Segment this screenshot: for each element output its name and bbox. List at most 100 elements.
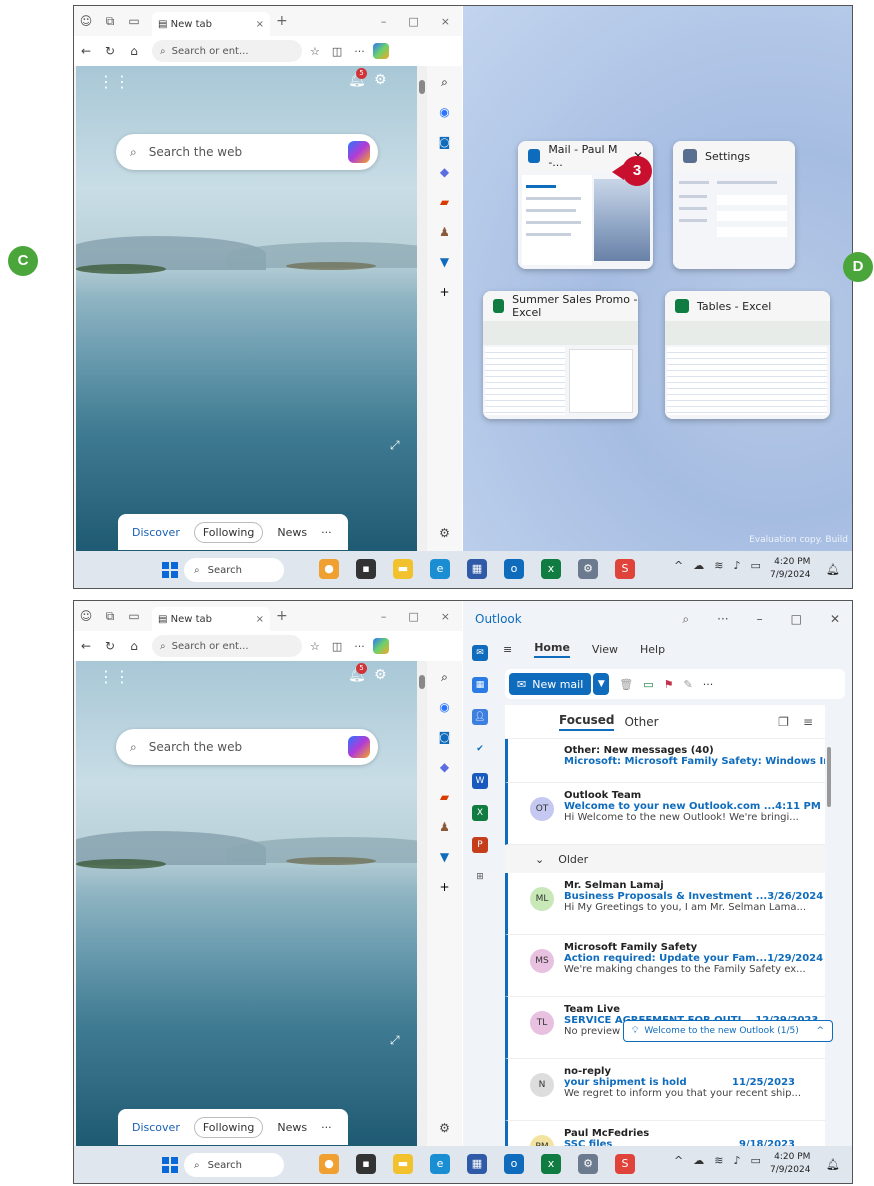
maximize-button[interactable]: □: [408, 15, 418, 28]
new-mail-dropdown-icon[interactable]: ▼: [593, 673, 610, 695]
back-icon[interactable]: ←: [74, 639, 98, 653]
address-input[interactable]: ⌕ Search or ent...: [152, 635, 302, 657]
sidebar-copilot-icon[interactable]: ◉: [437, 104, 453, 120]
tab-discover[interactable]: Discover: [132, 526, 180, 539]
tray-volume-icon[interactable]: ♪: [733, 1154, 740, 1167]
copilot-search-icon[interactable]: [348, 141, 370, 163]
taskbar-clock[interactable]: 4:20 PM 7/9/2024: [770, 1151, 810, 1177]
minimize-button[interactable]: –: [381, 15, 387, 28]
expand-icon[interactable]: ⤢: [390, 1033, 400, 1048]
outlook-more-icon[interactable]: ···: [717, 612, 728, 627]
new-mail-button[interactable]: ✉ New mail: [509, 673, 592, 695]
sidebar-tools-icon[interactable]: ▰: [437, 194, 453, 210]
tray-wifi-icon[interactable]: ≋: [714, 559, 723, 572]
snap-window-excel-tables[interactable]: Tables - Excel: [665, 291, 830, 419]
page-settings-icon[interactable]: ⚙: [374, 667, 387, 683]
tray-onedrive-icon[interactable]: ☁: [693, 1154, 704, 1167]
sidebar-collections-icon[interactable]: ◆: [437, 164, 453, 180]
copilot-icon[interactable]: [372, 43, 389, 59]
tab-news[interactable]: News: [277, 526, 307, 539]
taskbar-store-icon[interactable]: ▦: [467, 1154, 487, 1174]
taskbar-app-s-icon[interactable]: S: [615, 559, 635, 579]
sidebar-drop-icon[interactable]: ▼: [437, 254, 453, 270]
tray-battery-icon[interactable]: ▭: [750, 1154, 760, 1167]
chevron-up-icon[interactable]: ^: [816, 1026, 824, 1036]
rail-people-icon[interactable]: 👤︎: [472, 709, 488, 725]
copilot-search-icon[interactable]: [348, 736, 370, 758]
more-menu-icon[interactable]: ···: [354, 640, 365, 653]
minimize-button[interactable]: –: [381, 610, 387, 623]
tray-onedrive-icon[interactable]: ☁: [693, 559, 704, 572]
maximize-button[interactable]: □: [408, 610, 418, 623]
page-settings-icon[interactable]: ⚙: [374, 72, 387, 88]
page-scrollbar[interactable]: [417, 661, 427, 1146]
welcome-toast[interactable]: 💡︎ Welcome to the new Outlook (1/5) ^: [623, 1020, 833, 1042]
taskbar-clock[interactable]: 4:20 PM 7/9/2024: [770, 556, 810, 582]
pin-icon[interactable]: ✎: [684, 678, 693, 691]
sidebar-search-icon[interactable]: ⌕: [437, 669, 453, 685]
taskbar-app-s-icon[interactable]: S: [615, 1154, 635, 1174]
app-launcher-icon[interactable]: ⋮⋮: [98, 72, 130, 91]
tab-actions-icon[interactable]: ▭: [122, 14, 146, 28]
workspaces-icon[interactable]: ⧉: [98, 14, 122, 29]
taskbar-widget-icon[interactable]: ●: [319, 1154, 339, 1174]
ribbon-more-icon[interactable]: ···: [703, 678, 714, 691]
taskbar-taskview-icon[interactable]: ▪: [356, 1154, 376, 1174]
sidebar-settings-icon[interactable]: ⚙: [437, 525, 453, 541]
address-input[interactable]: ⌕ Search or ent...: [152, 40, 302, 62]
sidebar-games-icon[interactable]: ♟: [437, 819, 453, 835]
home-icon[interactable]: ⌂: [122, 44, 146, 58]
tab-focused[interactable]: Focused: [559, 713, 615, 731]
web-search-box[interactable]: ⌕ Search the web: [116, 729, 378, 765]
message-row[interactable]: PM Paul McFedriesSSC files 9/18/2023: [505, 1121, 825, 1146]
refresh-icon[interactable]: ↻: [98, 44, 122, 58]
rail-todo-icon[interactable]: ✔: [472, 741, 488, 757]
split-screen-icon[interactable]: ◫: [332, 640, 342, 653]
delete-icon[interactable]: 🗑︎: [619, 678, 633, 691]
snap-window-settings[interactable]: Settings: [673, 141, 795, 269]
split-screen-icon[interactable]: ◫: [332, 45, 342, 58]
favorite-star-icon[interactable]: ☆: [310, 640, 320, 653]
outlook-search-icon[interactable]: ⌕: [682, 612, 689, 627]
menu-home[interactable]: Home: [534, 641, 570, 658]
taskbar-outlook-icon[interactable]: o: [504, 559, 524, 579]
sidebar-tools-icon[interactable]: ▰: [437, 789, 453, 805]
sidebar-collections-icon[interactable]: ◆: [437, 759, 453, 775]
sidebar-outlook-icon[interactable]: ◙: [437, 729, 453, 745]
home-icon[interactable]: ⌂: [122, 639, 146, 653]
taskbar-notification-icon[interactable]: 🔔︎: [826, 563, 840, 576]
tray-battery-icon[interactable]: ▭: [750, 559, 760, 572]
sidebar-games-icon[interactable]: ♟: [437, 224, 453, 240]
taskbar-search[interactable]: ⌕ Search: [184, 558, 284, 582]
favorite-star-icon[interactable]: ☆: [310, 45, 320, 58]
new-tab-button[interactable]: +: [276, 13, 288, 29]
feed-more-icon[interactable]: ···: [321, 1121, 332, 1134]
workspaces-icon[interactable]: ⧉: [98, 609, 122, 624]
taskbar-notification-icon[interactable]: 🔔︎: [826, 1158, 840, 1171]
outlook-close-button[interactable]: ✕: [830, 612, 840, 627]
copilot-icon[interactable]: [372, 638, 389, 654]
outlook-minimize-button[interactable]: –: [757, 612, 763, 627]
flag-icon[interactable]: ⚑: [664, 678, 674, 691]
app-launcher-icon[interactable]: ⋮⋮: [98, 667, 130, 686]
rail-powerpoint-icon[interactable]: P: [472, 837, 488, 853]
web-search-box[interactable]: ⌕ Search the web: [116, 134, 378, 170]
tray-chevron-icon[interactable]: ^: [674, 559, 683, 572]
sidebar-settings-icon[interactable]: ⚙: [437, 1120, 453, 1136]
menu-help[interactable]: Help: [640, 643, 665, 656]
taskbar-store-icon[interactable]: ▦: [467, 559, 487, 579]
tab-new-tab[interactable]: ▤ New tab ×: [152, 12, 270, 36]
hamburger-menu-icon[interactable]: ≡: [503, 643, 512, 656]
taskbar-search[interactable]: ⌕ Search: [184, 1153, 284, 1177]
tab-close-icon[interactable]: ×: [256, 19, 264, 30]
message-row[interactable]: ML Mr. Selman Lamaj Business Proposals & I…: [505, 873, 825, 935]
tab-following[interactable]: Following: [193, 521, 264, 543]
profile-avatar-icon[interactable]: ☺: [74, 14, 98, 28]
tab-news[interactable]: News: [277, 1121, 307, 1134]
taskbar-taskview-icon[interactable]: ▪: [356, 559, 376, 579]
tray-wifi-icon[interactable]: ≋: [714, 1154, 723, 1167]
menu-view[interactable]: View: [592, 643, 618, 656]
older-group-header[interactable]: ⌄ Older: [505, 845, 825, 873]
sidebar-drop-icon[interactable]: ▼: [437, 849, 453, 865]
sidebar-search-icon[interactable]: ⌕: [437, 74, 453, 90]
